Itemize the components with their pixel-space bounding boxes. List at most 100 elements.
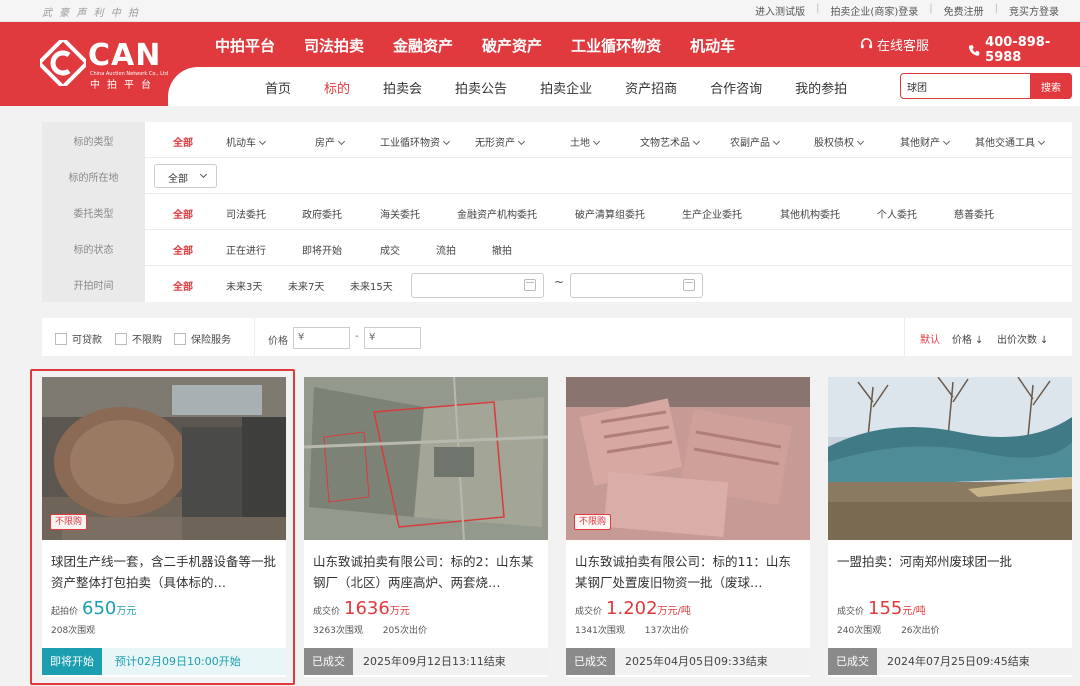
checkbox-box (174, 332, 186, 345)
utility-links: 进入测试版 | 拍卖企业(商家)登录 | 免费注册 | 竞买方登录 (744, 3, 1070, 18)
filter-option[interactable]: 慈善委托 (954, 206, 994, 221)
bidder-login-link[interactable]: 竞买方登录 (998, 3, 1070, 18)
subnav-item[interactable]: 拍卖公告 (455, 78, 507, 97)
price-label: 成交价 (313, 607, 341, 617)
subnav-item[interactable]: 拍卖会 (383, 78, 422, 97)
filter-option-all[interactable]: 全部 (173, 242, 193, 257)
filter-option[interactable]: 土地 (570, 134, 601, 149)
mainnav-item[interactable]: 金融资产 (393, 35, 453, 56)
subnav-item[interactable]: 首页 (265, 78, 291, 97)
card-title[interactable]: 一盟拍卖：河南郑州废球团一批 (837, 551, 1065, 593)
chevron-down-icon (199, 170, 208, 179)
filter-option[interactable]: 未来7天 (288, 278, 324, 293)
filter-option[interactable]: 未来15天 (350, 278, 393, 293)
status-badge: 已成交 (828, 648, 877, 675)
merchant-login-link[interactable]: 拍卖企业(商家)登录 (819, 3, 929, 18)
filter-option[interactable]: 即将开始 (302, 242, 342, 257)
price-row: 成交价 1.202 万元/吨 (575, 598, 691, 619)
phone-number: 400-898-5988 (985, 35, 1051, 65)
chevron-down-icon (1037, 137, 1046, 146)
mainnav-item[interactable]: 工业循环物资 (571, 35, 661, 56)
subnav-item[interactable]: 合作咨询 (710, 78, 762, 97)
mainnav-item[interactable]: 司法拍卖 (304, 35, 364, 56)
filter-option[interactable]: 股权债权 (814, 134, 865, 149)
mainnav-item[interactable]: 机动车 (690, 35, 735, 56)
online-service[interactable]: 在线客服 (860, 35, 929, 54)
card-stats: 240次围观 26次出价 (837, 623, 957, 636)
insurance-checkbox[interactable]: 保险服务 (174, 331, 231, 346)
filter-option[interactable]: 机动车 (226, 134, 267, 149)
price-unit: 万元/吨 (657, 606, 691, 617)
filter-option[interactable]: 无形资产 (475, 134, 526, 149)
filter-option[interactable]: 司法委托 (226, 206, 266, 221)
filter-option[interactable]: 海关委托 (380, 206, 420, 221)
card-footer: 已成交 2025年09月12日13:11结束 (304, 648, 548, 675)
filter-option[interactable]: 正在进行 (226, 242, 266, 257)
auction-card[interactable]: 不限购 山东致诚拍卖有限公司：标的11：山东某钢厂处置废旧物资一批（废球… 成交… (566, 377, 810, 677)
filter-option[interactable]: 政府委托 (302, 206, 342, 221)
search-button[interactable]: 搜索 (1030, 73, 1072, 99)
utility-bar: 武 豪 声 利 中 拍 进入测试版 | 拍卖企业(商家)登录 | 免费注册 | … (0, 0, 1080, 22)
filter-option-all[interactable]: 全部 (173, 206, 193, 221)
filter-label: 开拍时间 (42, 266, 145, 302)
test-version-link[interactable]: 进入测试版 (744, 3, 816, 18)
site-header: CAN China Auction Network Co., Ltd 中拍平台 … (0, 22, 1080, 106)
sort-default[interactable]: 默认 (920, 331, 940, 346)
loan-checkbox[interactable]: 可贷款 (55, 331, 102, 346)
card-stats: 3263次围观 205次出价 (313, 623, 444, 636)
subnav-item[interactable]: 拍卖企业 (540, 78, 592, 97)
phone-icon (968, 44, 980, 56)
unlimited-checkbox[interactable]: 不限购 (115, 331, 162, 346)
checkbox-box (55, 332, 67, 345)
mainnav-item[interactable]: 中拍平台 (215, 35, 275, 56)
end-date-input[interactable] (570, 273, 703, 298)
location-select[interactable]: 全部 (154, 164, 217, 188)
register-link[interactable]: 免费注册 (933, 3, 995, 18)
chevron-down-icon (856, 137, 865, 146)
price-row: 成交价 155 元/吨 (837, 598, 926, 619)
filter-option[interactable]: 文物艺术品 (640, 134, 701, 149)
filter-option[interactable]: 未来3天 (226, 278, 262, 293)
filter-option[interactable]: 成交 (380, 242, 400, 257)
service-label: 在线客服 (877, 39, 930, 54)
lot-photo (828, 377, 1072, 540)
filter-option[interactable]: 其他机构委托 (780, 206, 840, 221)
filter-row-location: 标的所在地 全部 (42, 158, 1072, 194)
auction-card[interactable]: 一盟拍卖：河南郑州废球团一批 成交价 155 元/吨 240次围观 26次出价 … (828, 377, 1072, 677)
filter-row-time: 开拍时间 全部 未来3天 未来7天 未来15天 ~ (42, 266, 1072, 302)
filter-label: 标的所在地 (42, 158, 145, 194)
price-value: 1636 (344, 598, 390, 619)
card-title[interactable]: 山东致诚拍卖有限公司：标的2：山东某钢厂（北区）两座高炉、两套烧… (313, 551, 541, 593)
subnav-item[interactable]: 我的参拍 (795, 78, 847, 97)
hotline: 400-898-5988 (968, 35, 1080, 65)
date-separator: ~ (554, 275, 565, 289)
filter-option[interactable]: 工业循环物资 (380, 134, 451, 149)
start-date-input[interactable] (411, 273, 544, 298)
mainnav-item[interactable]: 破产资产 (482, 35, 542, 56)
price-min-input[interactable]: ¥ (293, 327, 350, 349)
view-count: 240次围观 (837, 626, 882, 636)
auction-card[interactable]: 山东致诚拍卖有限公司：标的2：山东某钢厂（北区）两座高炉、两套烧… 成交价 16… (304, 377, 548, 677)
subnav-item[interactable]: 资产招商 (625, 78, 677, 97)
subnav-item-active[interactable]: 标的 (324, 78, 350, 97)
filter-option[interactable]: 个人委托 (877, 206, 917, 221)
filter-option[interactable]: 金融资产机构委托 (457, 206, 537, 221)
sub-nav: 首页 标的 拍卖会 拍卖公告 拍卖企业 资产招商 合作咨询 我的参拍 (265, 78, 880, 97)
filter-option[interactable]: 生产企业委托 (682, 206, 742, 221)
sort-price[interactable]: 价格 ↓ (952, 331, 983, 346)
filter-option[interactable]: 其他财产 (900, 134, 951, 149)
filter-option[interactable]: 破产清算组委托 (575, 206, 645, 221)
filter-option[interactable]: 房产 (315, 134, 346, 149)
search-input[interactable] (907, 77, 1027, 95)
filter-option[interactable]: 流拍 (436, 242, 456, 257)
card-title[interactable]: 山东致诚拍卖有限公司：标的11：山东某钢厂处置废旧物资一批（废球… (575, 551, 803, 593)
price-max-input[interactable]: ¥ (364, 327, 421, 349)
unlimited-badge: 不限购 (574, 514, 612, 530)
filter-option-all[interactable]: 全部 (173, 134, 193, 149)
filter-option[interactable]: 其他交通工具 (975, 134, 1046, 149)
filter-option-all[interactable]: 全部 (173, 278, 193, 293)
filter-option[interactable]: 农副产品 (730, 134, 781, 149)
site-logo[interactable]: CAN China Auction Network Co., Ltd 中拍平台 (40, 38, 168, 91)
sort-bids[interactable]: 出价次数 ↓ (997, 331, 1048, 346)
filter-option[interactable]: 撤拍 (492, 242, 512, 257)
